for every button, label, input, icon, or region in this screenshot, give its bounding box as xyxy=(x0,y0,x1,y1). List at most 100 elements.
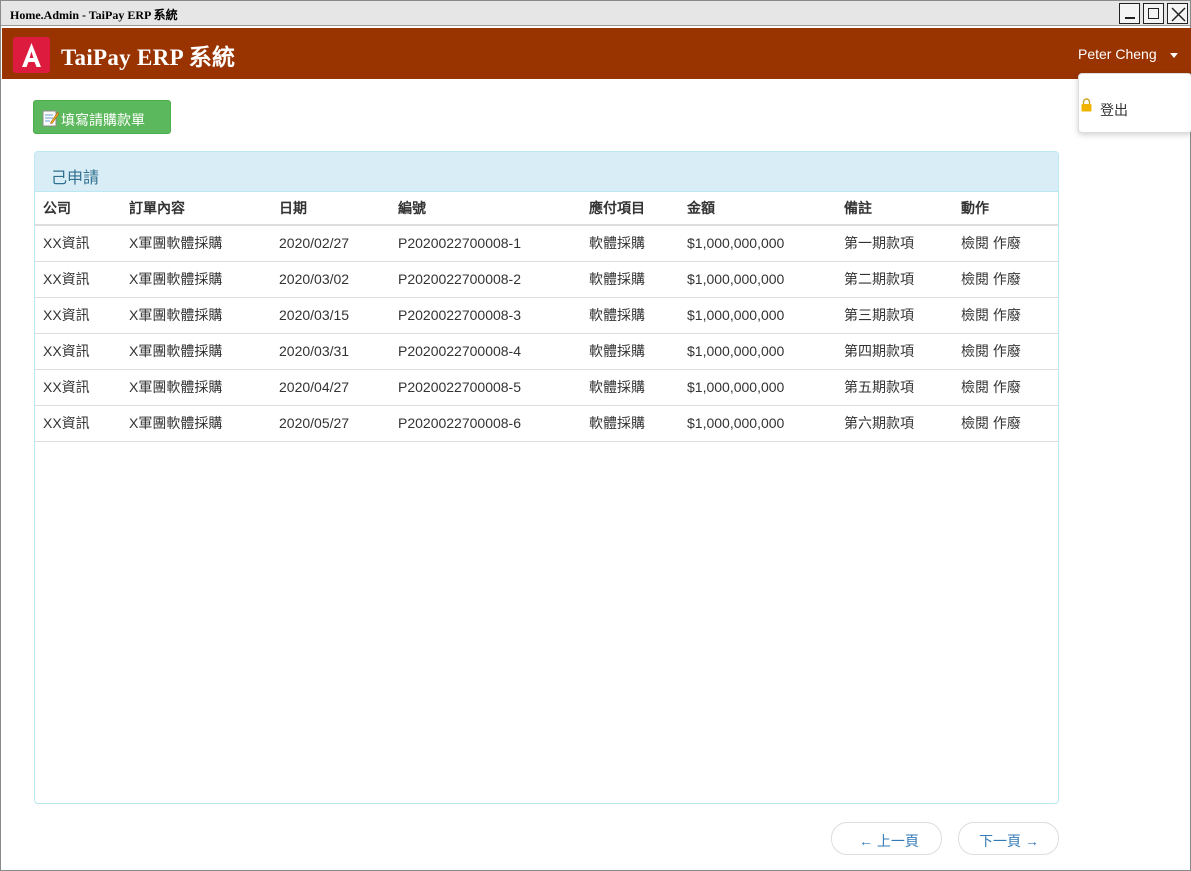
cell-company: XX資訊 xyxy=(35,405,121,442)
applications-table: 公司 訂單內容 日期 編號 應付項目 金額 備註 動作 XX資訊 X軍團軟體採購… xyxy=(35,192,1058,442)
cell-number: P2020022700008-3 xyxy=(390,297,581,334)
column-header-date[interactable]: 日期 xyxy=(271,192,390,226)
cell-actions: 檢閱 作廢 xyxy=(953,369,1058,406)
view-link[interactable]: 檢閱 xyxy=(961,235,989,251)
table-row: XX資訊 X軍團軟體採購 2020/02/27 P2020022700008-1… xyxy=(35,225,1058,262)
column-header-amount[interactable]: 金額 xyxy=(679,192,836,226)
cell-note: 第一期款項 xyxy=(836,225,953,262)
view-link[interactable]: 檢閱 xyxy=(961,271,989,287)
cell-note: 第二期款項 xyxy=(836,261,953,298)
cell-date: 2020/04/27 xyxy=(271,369,390,406)
cell-company: XX資訊 xyxy=(35,369,121,406)
void-link[interactable]: 作廢 xyxy=(993,307,1021,323)
applied-panel: 己申請 公司 訂單內容 日期 編號 應付項目 金額 備註 動作 XX資訊 X軍團… xyxy=(34,151,1059,804)
cell-actions: 檢閱 作廢 xyxy=(953,297,1058,334)
new-purchase-request-button[interactable]: 填寫請購款單 xyxy=(33,100,171,134)
user-dropdown-menu: 登出 xyxy=(1078,73,1191,133)
column-header-company[interactable]: 公司 xyxy=(35,192,121,226)
cell-note: 第五期款項 xyxy=(836,369,953,406)
view-link[interactable]: 檢閱 xyxy=(961,415,989,431)
view-link[interactable]: 檢閱 xyxy=(961,343,989,359)
cell-content: X軍團軟體採購 xyxy=(121,225,271,262)
minimize-button[interactable] xyxy=(1119,3,1140,24)
cell-content: X軍團軟體採購 xyxy=(121,333,271,370)
column-header-action[interactable]: 動作 xyxy=(953,192,1058,226)
cell-actions: 檢閱 作廢 xyxy=(953,261,1058,298)
cell-number: P2020022700008-4 xyxy=(390,333,581,370)
top-navbar: TaiPay ERP 系統 Peter Cheng xyxy=(2,28,1191,79)
cell-date: 2020/03/31 xyxy=(271,333,390,370)
cell-date: 2020/03/02 xyxy=(271,261,390,298)
cell-content: X軍團軟體採購 xyxy=(121,405,271,442)
column-header-content[interactable]: 訂單內容 xyxy=(121,192,271,226)
cell-amount: $1,000,000,000 xyxy=(679,297,836,334)
new-purchase-request-label: 填寫請購款單 xyxy=(61,112,145,128)
cell-amount: $1,000,000,000 xyxy=(679,261,836,298)
cell-amount: $1,000,000,000 xyxy=(679,225,836,262)
maximize-button[interactable] xyxy=(1143,3,1164,24)
logout-menu-item[interactable]: 登出 xyxy=(1079,96,1191,118)
column-header-item[interactable]: 應付項目 xyxy=(581,192,679,226)
logout-label: 登出 xyxy=(1100,102,1128,118)
void-link[interactable]: 作廢 xyxy=(993,343,1021,359)
cell-number: P2020022700008-5 xyxy=(390,369,581,406)
cell-item: 軟體採購 xyxy=(581,261,679,298)
user-menu-toggle[interactable]: Peter Cheng xyxy=(1078,46,1157,62)
table-row: XX資訊 X軍團軟體採購 2020/03/15 P2020022700008-3… xyxy=(35,297,1058,334)
cell-content: X軍團軟體採購 xyxy=(121,297,271,334)
table-header-row: 公司 訂單內容 日期 編號 應付項目 金額 備註 動作 xyxy=(35,192,1058,226)
cell-date: 2020/02/27 xyxy=(271,225,390,262)
cell-amount: $1,000,000,000 xyxy=(679,333,836,370)
cell-company: XX資訊 xyxy=(35,225,121,262)
memo-icon xyxy=(42,110,59,127)
maximize-icon xyxy=(1148,8,1159,19)
cell-note: 第四期款項 xyxy=(836,333,953,370)
void-link[interactable]: 作廢 xyxy=(993,379,1021,395)
cell-content: X軍團軟體採購 xyxy=(121,369,271,406)
window-title: Home.Admin - TaiPay ERP 系統 xyxy=(10,8,178,22)
cell-company: XX資訊 xyxy=(35,333,121,370)
view-link[interactable]: 檢閱 xyxy=(961,379,989,395)
cell-number: P2020022700008-2 xyxy=(390,261,581,298)
caret-down-icon[interactable] xyxy=(1170,53,1178,58)
table-row: XX資訊 X軍團軟體採購 2020/05/27 P2020022700008-6… xyxy=(35,405,1058,442)
void-link[interactable]: 作廢 xyxy=(993,271,1021,287)
previous-page-button[interactable]: ← 上一頁 xyxy=(831,822,942,855)
table-row: XX資訊 X軍團軟體採購 2020/03/02 P2020022700008-2… xyxy=(35,261,1058,298)
column-header-note[interactable]: 備註 xyxy=(836,192,953,226)
table-row: XX資訊 X軍團軟體採購 2020/04/27 P2020022700008-5… xyxy=(35,369,1058,406)
cell-item: 軟體採購 xyxy=(581,225,679,262)
table-row: XX資訊 X軍團軟體採購 2020/03/31 P2020022700008-4… xyxy=(35,333,1058,370)
cell-item: 軟體採購 xyxy=(581,297,679,334)
cell-item: 軟體採購 xyxy=(581,369,679,406)
cell-actions: 檢閱 作廢 xyxy=(953,225,1058,262)
app-window: Home.Admin - TaiPay ERP 系統 TaiPay ERP 系統… xyxy=(0,0,1191,871)
cell-amount: $1,000,000,000 xyxy=(679,369,836,406)
cell-date: 2020/05/27 xyxy=(271,405,390,442)
view-link[interactable]: 檢閱 xyxy=(961,307,989,323)
cell-date: 2020/03/15 xyxy=(271,297,390,334)
previous-page-label: ← 上一頁 xyxy=(859,833,919,849)
panel-title: 己申請 xyxy=(51,170,100,187)
panel-heading: 己申請 xyxy=(35,152,1058,192)
minimize-icon xyxy=(1125,17,1135,19)
cell-number: P2020022700008-1 xyxy=(390,225,581,262)
cell-note: 第三期款項 xyxy=(836,297,953,334)
brand-title[interactable]: TaiPay ERP 系統 xyxy=(61,38,235,72)
cell-actions: 檢閱 作廢 xyxy=(953,333,1058,370)
void-link[interactable]: 作廢 xyxy=(993,415,1021,431)
close-button[interactable] xyxy=(1167,3,1188,24)
cell-number: P2020022700008-6 xyxy=(390,405,581,442)
cell-note: 第六期款項 xyxy=(836,405,953,442)
cell-content: X軍團軟體採購 xyxy=(121,261,271,298)
cell-amount: $1,000,000,000 xyxy=(679,405,836,442)
void-link[interactable]: 作廢 xyxy=(993,235,1021,251)
cell-company: XX資訊 xyxy=(35,261,121,298)
angular-logo-icon[interactable] xyxy=(13,37,50,73)
cell-item: 軟體採購 xyxy=(581,333,679,370)
column-header-number[interactable]: 編號 xyxy=(390,192,581,226)
next-page-label: 下一頁 → xyxy=(979,833,1039,849)
lock-icon xyxy=(1081,98,1092,112)
window-titlebar[interactable]: Home.Admin - TaiPay ERP 系統 xyxy=(1,1,1190,26)
next-page-button[interactable]: 下一頁 → xyxy=(958,822,1059,855)
